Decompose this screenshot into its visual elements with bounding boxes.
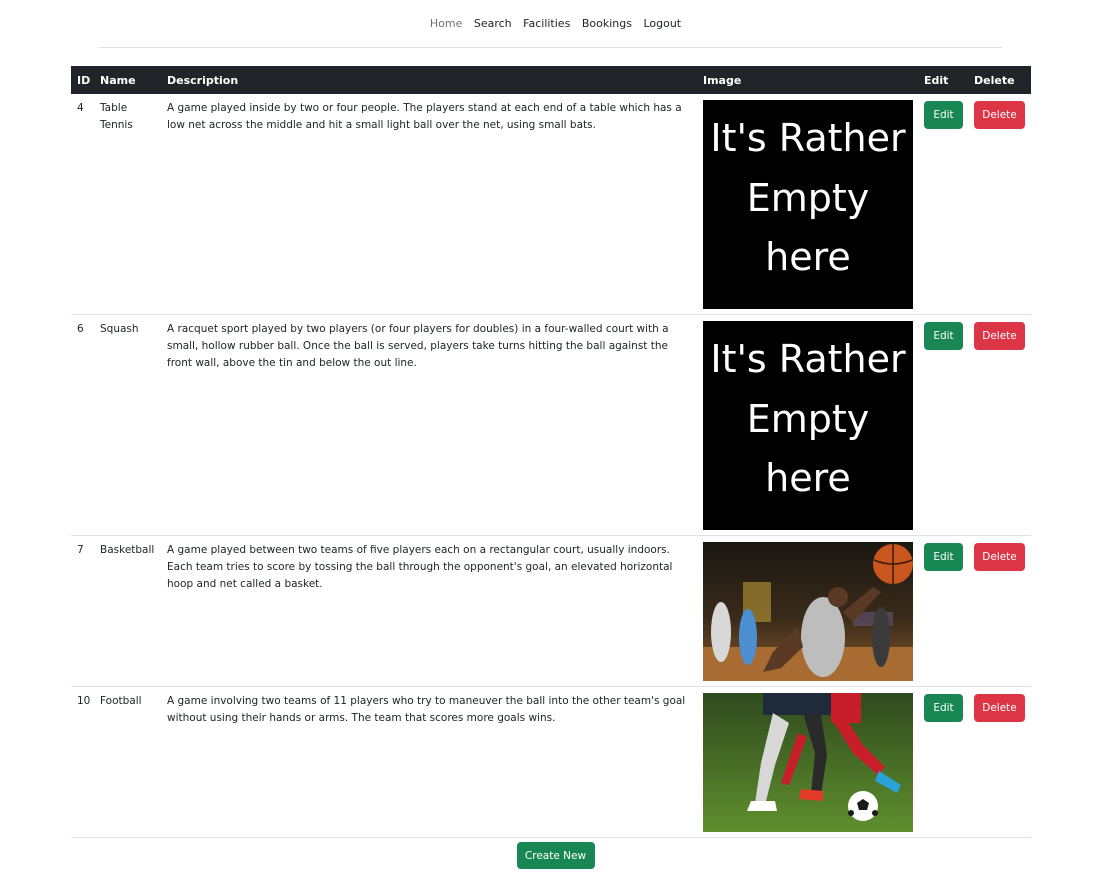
header-edit: Edit bbox=[918, 66, 968, 94]
cell-image bbox=[697, 535, 918, 687]
football-photo bbox=[703, 693, 913, 832]
edit-button[interactable]: Edit bbox=[924, 694, 963, 722]
placeholder-line-2: Empty bbox=[747, 176, 870, 220]
delete-button[interactable]: Delete bbox=[974, 543, 1025, 571]
cell-delete: Delete bbox=[968, 94, 1031, 315]
header-id: ID bbox=[71, 66, 94, 94]
placeholder-image: It's Rather Empty here bbox=[703, 100, 913, 309]
create-new-button[interactable]: Create New bbox=[516, 842, 595, 869]
placeholder-line-1: It's Rather bbox=[710, 337, 906, 381]
cell-id: 10 bbox=[71, 686, 94, 838]
placeholder-line-3: here bbox=[765, 456, 851, 500]
cell-name: Table Tennis bbox=[94, 94, 161, 315]
table-row: 4 Table Tennis A game played inside by t… bbox=[71, 94, 1031, 315]
cell-delete: Delete bbox=[968, 314, 1031, 536]
create-wrap: Create New bbox=[0, 841, 1111, 869]
cell-delete: Delete bbox=[968, 535, 1031, 687]
cell-image: It's Rather Empty here bbox=[697, 314, 918, 536]
cell-description: A racquet sport played by two players (o… bbox=[161, 314, 697, 536]
basketball-photo bbox=[703, 542, 913, 681]
delete-button[interactable]: Delete bbox=[974, 694, 1025, 722]
cell-edit: Edit bbox=[918, 535, 968, 687]
cell-id: 4 bbox=[71, 94, 94, 315]
placeholder-image: It's Rather Empty here bbox=[703, 321, 913, 530]
placeholder-line-3: here bbox=[765, 235, 851, 279]
cell-description: A game played between two teams of five … bbox=[161, 535, 697, 687]
placeholder-line-1: It's Rather bbox=[710, 116, 906, 160]
table-row: 6 Squash A racquet sport played by two p… bbox=[71, 314, 1031, 536]
table-header: ID Name Description Image Edit Delete bbox=[71, 66, 1031, 94]
nav-search-link[interactable]: Search bbox=[474, 17, 512, 30]
table-row: 10 Football A game involving two teams o… bbox=[71, 686, 1031, 838]
cell-id: 6 bbox=[71, 314, 94, 536]
cell-image bbox=[697, 686, 918, 838]
cell-name: Basketball bbox=[94, 535, 161, 687]
cell-id: 7 bbox=[71, 535, 94, 687]
nav-bookings-link[interactable]: Bookings bbox=[582, 17, 632, 30]
facilities-table: ID Name Description Image Edit Delete 4 … bbox=[71, 66, 1031, 838]
top-nav: Home Search Facilities Bookings Logout bbox=[0, 17, 1111, 30]
edit-button[interactable]: Edit bbox=[924, 543, 963, 571]
cell-delete: Delete bbox=[968, 686, 1031, 838]
header-image: Image bbox=[697, 66, 918, 94]
cell-name: Football bbox=[94, 686, 161, 838]
nav-logout-link[interactable]: Logout bbox=[643, 17, 681, 30]
nav-home-link[interactable]: Home bbox=[430, 17, 462, 30]
placeholder-line-2: Empty bbox=[747, 397, 870, 441]
cell-description: A game involving two teams of 11 players… bbox=[161, 686, 697, 838]
delete-button[interactable]: Delete bbox=[974, 322, 1025, 350]
cell-name: Squash bbox=[94, 314, 161, 536]
cell-edit: Edit bbox=[918, 94, 968, 315]
header-name: Name bbox=[94, 66, 161, 94]
table-row: 7 Basketball A game played between two t… bbox=[71, 535, 1031, 687]
cell-description: A game played inside by two or four peop… bbox=[161, 94, 697, 315]
delete-button[interactable]: Delete bbox=[974, 101, 1025, 129]
cell-edit: Edit bbox=[918, 686, 968, 838]
edit-button[interactable]: Edit bbox=[924, 101, 963, 129]
cell-edit: Edit bbox=[918, 314, 968, 536]
nav-divider bbox=[99, 47, 1002, 48]
cell-image: It's Rather Empty here bbox=[697, 94, 918, 315]
header-delete: Delete bbox=[968, 66, 1031, 94]
edit-button[interactable]: Edit bbox=[924, 322, 963, 350]
nav-facilities-link[interactable]: Facilities bbox=[523, 17, 570, 30]
header-description: Description bbox=[161, 66, 697, 94]
